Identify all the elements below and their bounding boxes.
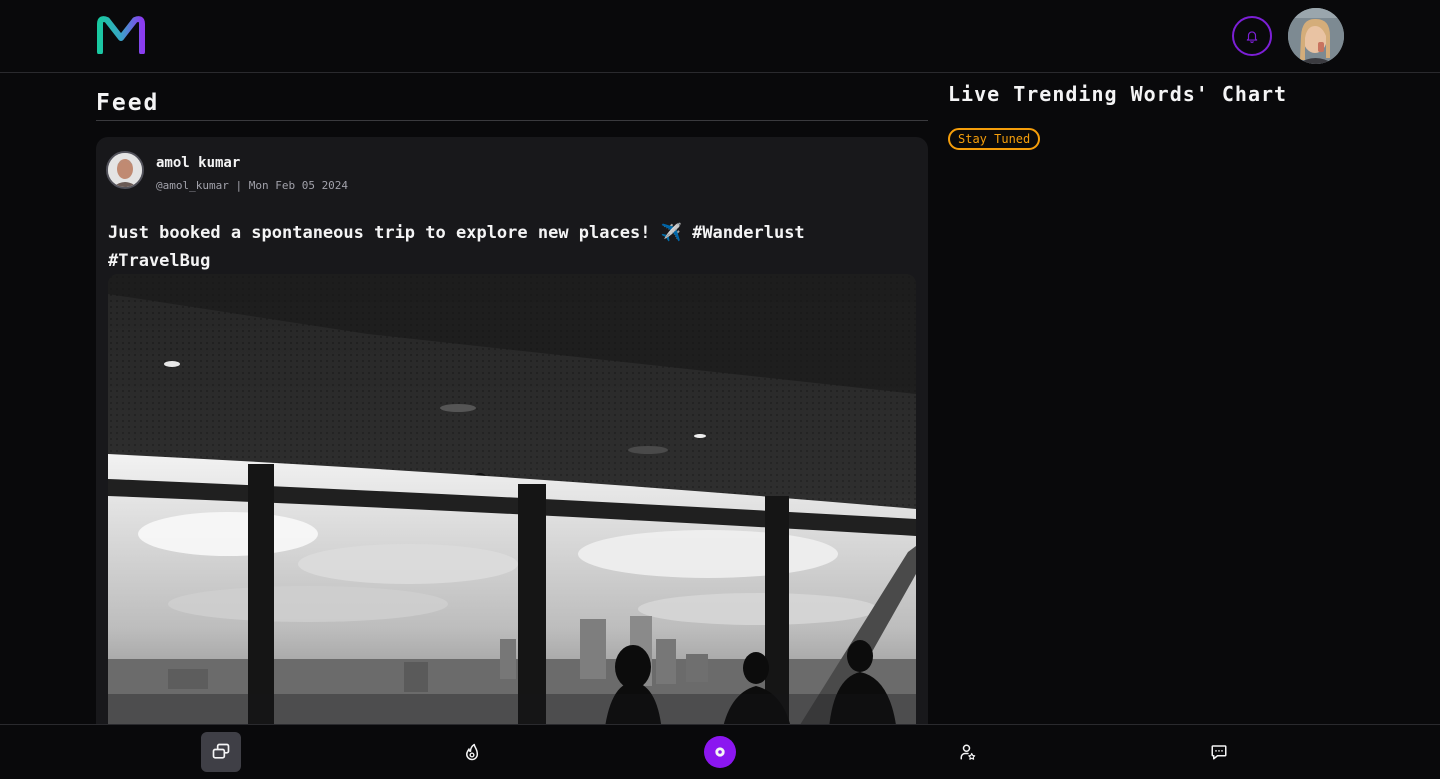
avatar-photo [1288, 8, 1344, 64]
trending-title: Live Trending Words' Chart [948, 82, 1288, 106]
post-author-avatar[interactable] [106, 151, 144, 189]
author-photo [108, 153, 142, 187]
create-post-icon [715, 747, 725, 757]
feed-divider [96, 120, 928, 121]
nav-create-post-button[interactable] [704, 736, 736, 768]
feed-column: Feed amol kumar @amol_kumar | Mon Feb 05… [96, 73, 928, 737]
nav-trending-button[interactable] [452, 732, 492, 772]
stay-tuned-badge: Stay Tuned [948, 128, 1041, 150]
post-image[interactable] [108, 274, 916, 737]
nav-messages-button[interactable] [1199, 732, 1239, 772]
nav-profile-button[interactable] [948, 732, 988, 772]
chat-icon [1211, 745, 1227, 760]
m-logo-icon[interactable] [95, 14, 147, 54]
bottom-navigation [0, 724, 1440, 779]
nav-gallery-button[interactable] [201, 732, 241, 772]
trending-panel: Live Trending Words' Chart Stay Tuned [948, 73, 1408, 150]
post-photo [108, 274, 916, 737]
notification-button[interactable] [1232, 16, 1272, 56]
user-star-icon [960, 744, 976, 760]
post-card[interactable]: amol kumar @amol_kumar | Mon Feb 05 2024… [96, 137, 928, 737]
post-author-name[interactable]: amol kumar [156, 155, 240, 171]
bell-icon [1246, 31, 1258, 43]
feed-title: Feed [96, 90, 160, 116]
top-header [0, 0, 1440, 73]
fire-icon [466, 743, 479, 761]
post-text: Just booked a spontaneous trip to explor… [108, 223, 805, 271]
gallery-icon [212, 743, 230, 759]
user-avatar[interactable] [1288, 8, 1344, 64]
post-author-meta: @amol_kumar | Mon Feb 05 2024 [156, 179, 349, 192]
